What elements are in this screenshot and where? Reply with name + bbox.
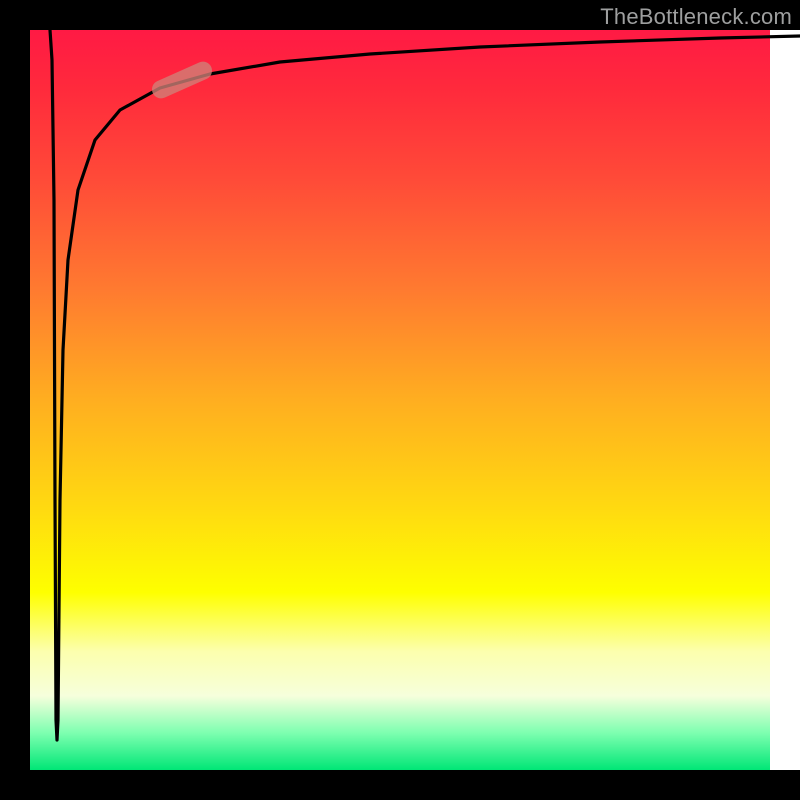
chart-stage: TheBottleneck.com xyxy=(0,0,800,800)
watermark-text: TheBottleneck.com xyxy=(600,4,792,30)
y-axis xyxy=(0,0,30,800)
gradient-background xyxy=(30,30,770,770)
x-axis xyxy=(0,770,800,800)
